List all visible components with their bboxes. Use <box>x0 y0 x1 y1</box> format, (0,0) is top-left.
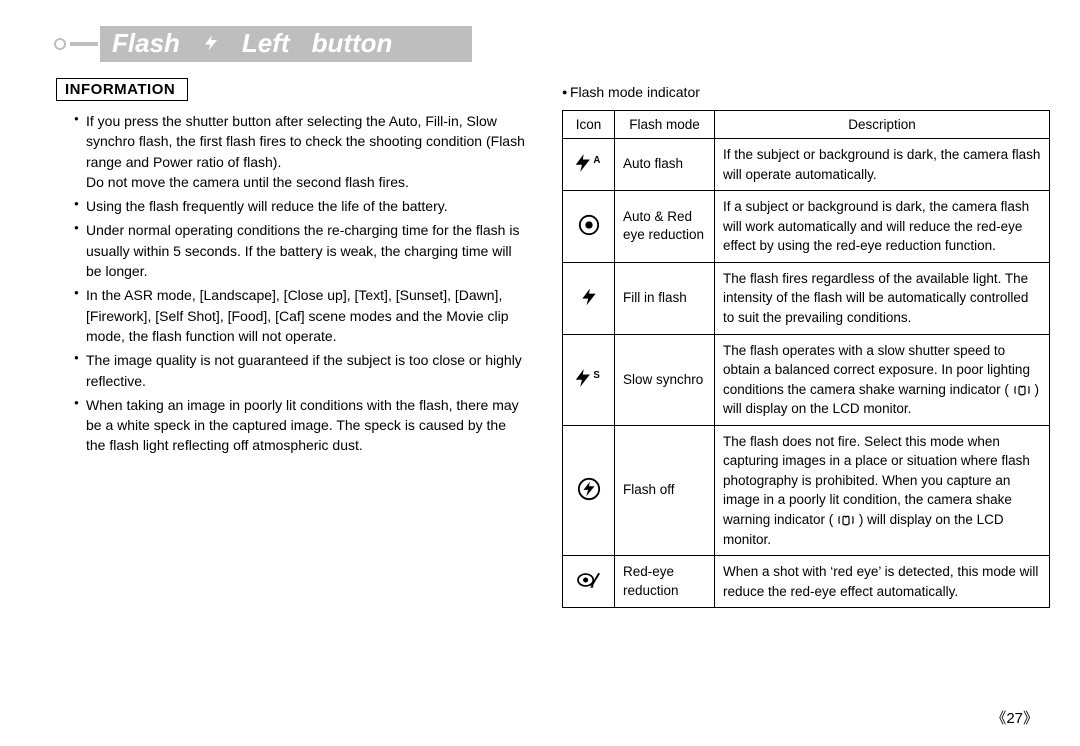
title-lead-decor <box>56 40 100 48</box>
cell-desc: The flash operates with a slow shutter s… <box>715 334 1050 425</box>
info-item: Using the flash frequently will reduce t… <box>74 196 526 216</box>
th-mode: Flash mode <box>615 111 715 139</box>
flash-table-column: Flash mode indicator Icon Flash mode Des… <box>556 78 1044 608</box>
shake-icon <box>1013 383 1031 397</box>
shake-icon <box>837 513 855 527</box>
th-icon: Icon <box>563 111 615 139</box>
info-item: Under normal operating conditions the re… <box>74 220 526 281</box>
table-caption: Flash mode indicator <box>562 84 1044 100</box>
cell-mode: Red-eye reduction <box>615 556 715 608</box>
table-row: Fill in flash The flash fires regardless… <box>563 262 1050 334</box>
cell-icon <box>563 425 615 555</box>
line-decor <box>70 42 98 46</box>
page-number: 《27》 <box>991 707 1038 728</box>
flash-auto-icon <box>574 162 604 177</box>
flash-off-icon <box>577 489 601 504</box>
information-list: If you press the shutter button after se… <box>56 111 526 456</box>
cell-desc: The flash fires regardless of the availa… <box>715 262 1050 334</box>
desc-pre: The flash operates with a slow shutter s… <box>723 343 1030 397</box>
info-text: Using the flash frequently will reduce t… <box>86 198 448 214</box>
info-subtext: Do not move the camera until the second … <box>86 172 526 192</box>
flash-icon <box>202 31 220 55</box>
cell-icon <box>563 139 615 191</box>
th-desc: Description <box>715 111 1050 139</box>
cell-icon <box>563 262 615 334</box>
cell-desc: If the subject or background is dark, th… <box>715 139 1050 191</box>
table-row: Auto flash If the subject or background … <box>563 139 1050 191</box>
cell-icon <box>563 191 615 263</box>
title-word-button: button <box>312 30 393 56</box>
eye-brush-icon <box>576 579 602 594</box>
page-title: Flash Left button <box>100 26 472 62</box>
info-item: If you press the shutter button after se… <box>74 111 526 192</box>
cell-mode: Auto flash <box>615 139 715 191</box>
table-row: Red-eye reduction When a shot with ‘red … <box>563 556 1050 608</box>
cell-mode: Slow synchro <box>615 334 715 425</box>
cell-icon <box>563 556 615 608</box>
page-title-bar: Flash Left button <box>56 26 1044 62</box>
info-text: The image quality is not guaranteed if t… <box>86 352 522 388</box>
cell-desc: If a subject or background is dark, the … <box>715 191 1050 263</box>
info-item: In the ASR mode, [Landscape], [Close up]… <box>74 285 526 346</box>
info-text: Under normal operating conditions the re… <box>86 222 519 279</box>
cell-mode: Fill in flash <box>615 262 715 334</box>
cell-mode: Auto & Red eye reduction <box>615 191 715 263</box>
title-word-flash: Flash <box>112 30 180 56</box>
info-item: The image quality is not guaranteed if t… <box>74 350 526 391</box>
cell-desc: When a shot with ‘red eye’ is detected, … <box>715 556 1050 608</box>
info-item: When taking an image in poorly lit condi… <box>74 395 526 456</box>
manual-page: Flash Left button INFORMATION If you pre… <box>0 0 1080 746</box>
information-column: INFORMATION If you press the shutter but… <box>56 78 526 608</box>
eye-icon <box>578 224 600 239</box>
table-row: Flash off The flash does not fire. Selec… <box>563 425 1050 555</box>
flash-icon <box>579 297 599 312</box>
cell-mode: Flash off <box>615 425 715 555</box>
table-row: Auto & Red eye reduction If a subject or… <box>563 191 1050 263</box>
flash-mode-table: Icon Flash mode Description Auto flash I… <box>562 110 1050 608</box>
cell-icon <box>563 334 615 425</box>
table-header-row: Icon Flash mode Description <box>563 111 1050 139</box>
info-text: When taking an image in poorly lit condi… <box>86 397 519 454</box>
information-heading: INFORMATION <box>56 78 188 101</box>
cell-desc: The flash does not fire. Select this mod… <box>715 425 1050 555</box>
flash-slow-icon <box>574 377 604 392</box>
bullet-decor <box>56 40 64 48</box>
info-text: If you press the shutter button after se… <box>86 113 525 170</box>
title-word-left: Left <box>242 30 290 56</box>
info-text: In the ASR mode, [Landscape], [Close up]… <box>86 287 509 344</box>
table-row: Slow synchro The flash operates with a s… <box>563 334 1050 425</box>
content-columns: INFORMATION If you press the shutter but… <box>56 72 1044 608</box>
